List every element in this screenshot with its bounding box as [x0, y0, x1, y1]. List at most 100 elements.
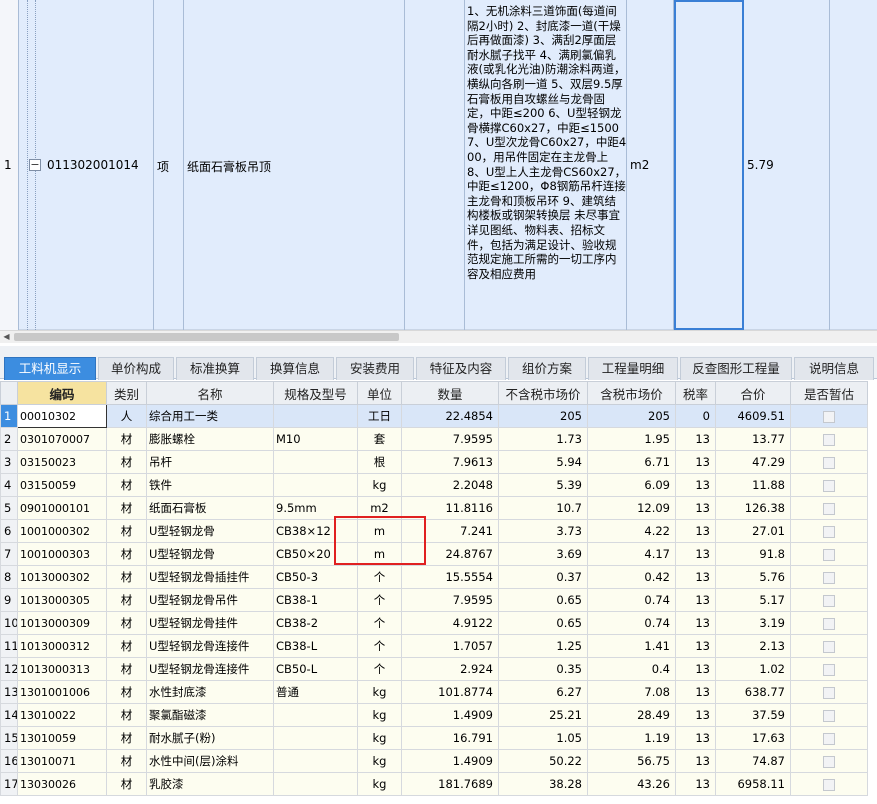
- cell-tax-rate[interactable]: 13: [675, 542, 716, 566]
- row-number[interactable]: 9: [0, 588, 18, 612]
- cell-name[interactable]: U型轻钢龙骨挂件: [146, 611, 274, 635]
- cell-quantity[interactable]: 4.9122: [401, 611, 499, 635]
- provisional-checkbox[interactable]: [823, 548, 835, 561]
- cell-provisional[interactable]: [790, 473, 868, 497]
- cell-price-in-tax[interactable]: 1.19: [587, 726, 676, 750]
- cell-tax-rate[interactable]: 13: [675, 450, 716, 474]
- cell-tax-rate[interactable]: 13: [675, 588, 716, 612]
- row-number[interactable]: 7: [0, 542, 18, 566]
- table-row[interactable]: 16 13010071 材水性中间(层)涂料 kg 1.4909 50.22 56.75 13…: [0, 749, 868, 773]
- cell-provisional[interactable]: [790, 496, 868, 520]
- cell-provisional[interactable]: [790, 404, 868, 428]
- cell-total[interactable]: 11.88: [715, 473, 791, 497]
- cell-price-ex-tax[interactable]: 5.39: [498, 473, 588, 497]
- col-header-price-ex-tax[interactable]: 不含税市场价: [498, 381, 588, 405]
- cell-name[interactable]: U型轻钢龙骨连接件: [146, 634, 274, 658]
- cell-total[interactable]: 6958.11: [715, 772, 791, 796]
- cell-spec[interactable]: [273, 473, 358, 497]
- tab-description[interactable]: 说明信息: [794, 357, 874, 380]
- provisional-checkbox[interactable]: [823, 456, 835, 469]
- cell-code[interactable]: 13010071: [17, 749, 107, 773]
- cell-quantity[interactable]: 16.791: [401, 726, 499, 750]
- table-row[interactable]: 15 13010059 材耐水腻子(粉) kg 16.791 1.05 1.19 13 17.6…: [0, 726, 868, 750]
- row-number[interactable]: 2: [0, 427, 18, 451]
- cell-price-in-tax[interactable]: 43.26: [587, 772, 676, 796]
- row-number[interactable]: 16: [0, 749, 18, 773]
- col-header-type[interactable]: 类别: [106, 381, 147, 405]
- cell-spec[interactable]: [273, 772, 358, 796]
- row-number[interactable]: 1: [0, 404, 18, 428]
- table-row[interactable]: 10 1013000309 材 U型轻钢龙骨挂件 CB38-2 个 4.9122 0.65 0.…: [0, 611, 868, 635]
- cell-type[interactable]: 材: [106, 611, 147, 635]
- row-number[interactable]: 8: [0, 565, 18, 589]
- cell-code[interactable]: 13010059: [17, 726, 107, 750]
- cell-tax-rate[interactable]: 13: [675, 519, 716, 543]
- provisional-checkbox[interactable]: [823, 502, 835, 515]
- cell-spec[interactable]: CB38-2: [273, 611, 358, 635]
- cell-total[interactable]: 74.87: [715, 749, 791, 773]
- cell-spec[interactable]: [273, 404, 358, 428]
- cell-code[interactable]: 13010022: [17, 703, 107, 727]
- cell-spec[interactable]: 9.5mm: [273, 496, 358, 520]
- col-header-spec[interactable]: 规格及型号: [273, 381, 358, 405]
- cell-type[interactable]: 材: [106, 473, 147, 497]
- scroll-left-icon[interactable]: ◀: [0, 331, 13, 343]
- cell-provisional[interactable]: [790, 611, 868, 635]
- cell-spec[interactable]: CB50×20: [273, 542, 358, 566]
- cell-provisional[interactable]: [790, 749, 868, 773]
- table-row[interactable]: 13 1301001006 材水性封底漆 普通 kg 101.8774 6.27 7.08 13…: [0, 680, 868, 704]
- cell-type[interactable]: 材: [106, 450, 147, 474]
- cell-total[interactable]: 1.02: [715, 657, 791, 681]
- scroll-thumb[interactable]: [14, 333, 399, 341]
- cell-total[interactable]: 3.19: [715, 611, 791, 635]
- selected-cell[interactable]: [674, 0, 744, 330]
- cell-tax-rate[interactable]: 13: [675, 749, 716, 773]
- tab-features-content[interactable]: 特征及内容: [416, 357, 506, 380]
- provisional-checkbox[interactable]: [823, 778, 835, 791]
- cell-tax-rate[interactable]: 13: [675, 565, 716, 589]
- cell-name[interactable]: 铁件: [146, 473, 274, 497]
- cell-tax-rate[interactable]: 13: [675, 726, 716, 750]
- table-row[interactable]: 12 1013000313 材 U型轻钢龙骨连接件 CB50-L 个 2.924 0.35 0.…: [0, 657, 868, 681]
- cell-spec[interactable]: M10: [273, 427, 358, 451]
- cell-type[interactable]: 材: [106, 542, 147, 566]
- cell-total[interactable]: 17.63: [715, 726, 791, 750]
- cell-name[interactable]: 综合用工一类: [146, 404, 274, 428]
- tab-quantity-detail[interactable]: 工程量明细: [588, 357, 678, 380]
- cell-type[interactable]: 材: [106, 496, 147, 520]
- provisional-checkbox[interactable]: [823, 617, 835, 630]
- cell-type[interactable]: 材: [106, 772, 147, 796]
- cell-price-ex-tax[interactable]: 25.21: [498, 703, 588, 727]
- cell-provisional[interactable]: [790, 680, 868, 704]
- table-row[interactable]: 3 03150023 材吊杆 根 7.9613 5.94 6.71 13 47.29: [0, 450, 868, 474]
- cell-unit[interactable]: 根: [357, 450, 402, 474]
- cell-provisional[interactable]: [790, 726, 868, 750]
- cell-price-in-tax[interactable]: 4.17: [587, 542, 676, 566]
- cell-code[interactable]: 13030026: [17, 772, 107, 796]
- provisional-checkbox[interactable]: [823, 525, 835, 538]
- cell-price-ex-tax[interactable]: 10.7: [498, 496, 588, 520]
- cell-code[interactable]: 0901000101: [17, 496, 107, 520]
- table-row[interactable]: 2 0301070007 材膨胀螺栓 M10 套 7.9595 1.73 1.95 13 13.7…: [0, 427, 868, 451]
- cell-name[interactable]: 吊杆: [146, 450, 274, 474]
- cell-total[interactable]: 47.29: [715, 450, 791, 474]
- cell-unit[interactable]: kg: [357, 749, 402, 773]
- cell-total[interactable]: 5.76: [715, 565, 791, 589]
- cell-code[interactable]: 1013000302: [17, 565, 107, 589]
- cell-quantity[interactable]: 2.2048: [401, 473, 499, 497]
- cell-code[interactable]: 1001000303: [17, 542, 107, 566]
- row-number[interactable]: 12: [0, 657, 18, 681]
- table-row[interactable]: 1 00010302 人综合用工一类 工日 22.4854 205 205 0 4609.51: [0, 404, 868, 428]
- col-header-code[interactable]: 编码: [17, 381, 107, 405]
- tab-reverse-lookup[interactable]: 反查图形工程量: [680, 357, 792, 380]
- cell-total[interactable]: 4609.51: [715, 404, 791, 428]
- cell-quantity[interactable]: 1.4909: [401, 703, 499, 727]
- cell-code[interactable]: 03150023: [17, 450, 107, 474]
- cell-unit[interactable]: m2: [357, 496, 402, 520]
- cell-spec[interactable]: 普通: [273, 680, 358, 704]
- cell-unit[interactable]: 套: [357, 427, 402, 451]
- cell-price-ex-tax[interactable]: 0.65: [498, 611, 588, 635]
- provisional-checkbox[interactable]: [823, 686, 835, 699]
- cell-price-ex-tax[interactable]: 1.05: [498, 726, 588, 750]
- cell-quantity[interactable]: 2.924: [401, 657, 499, 681]
